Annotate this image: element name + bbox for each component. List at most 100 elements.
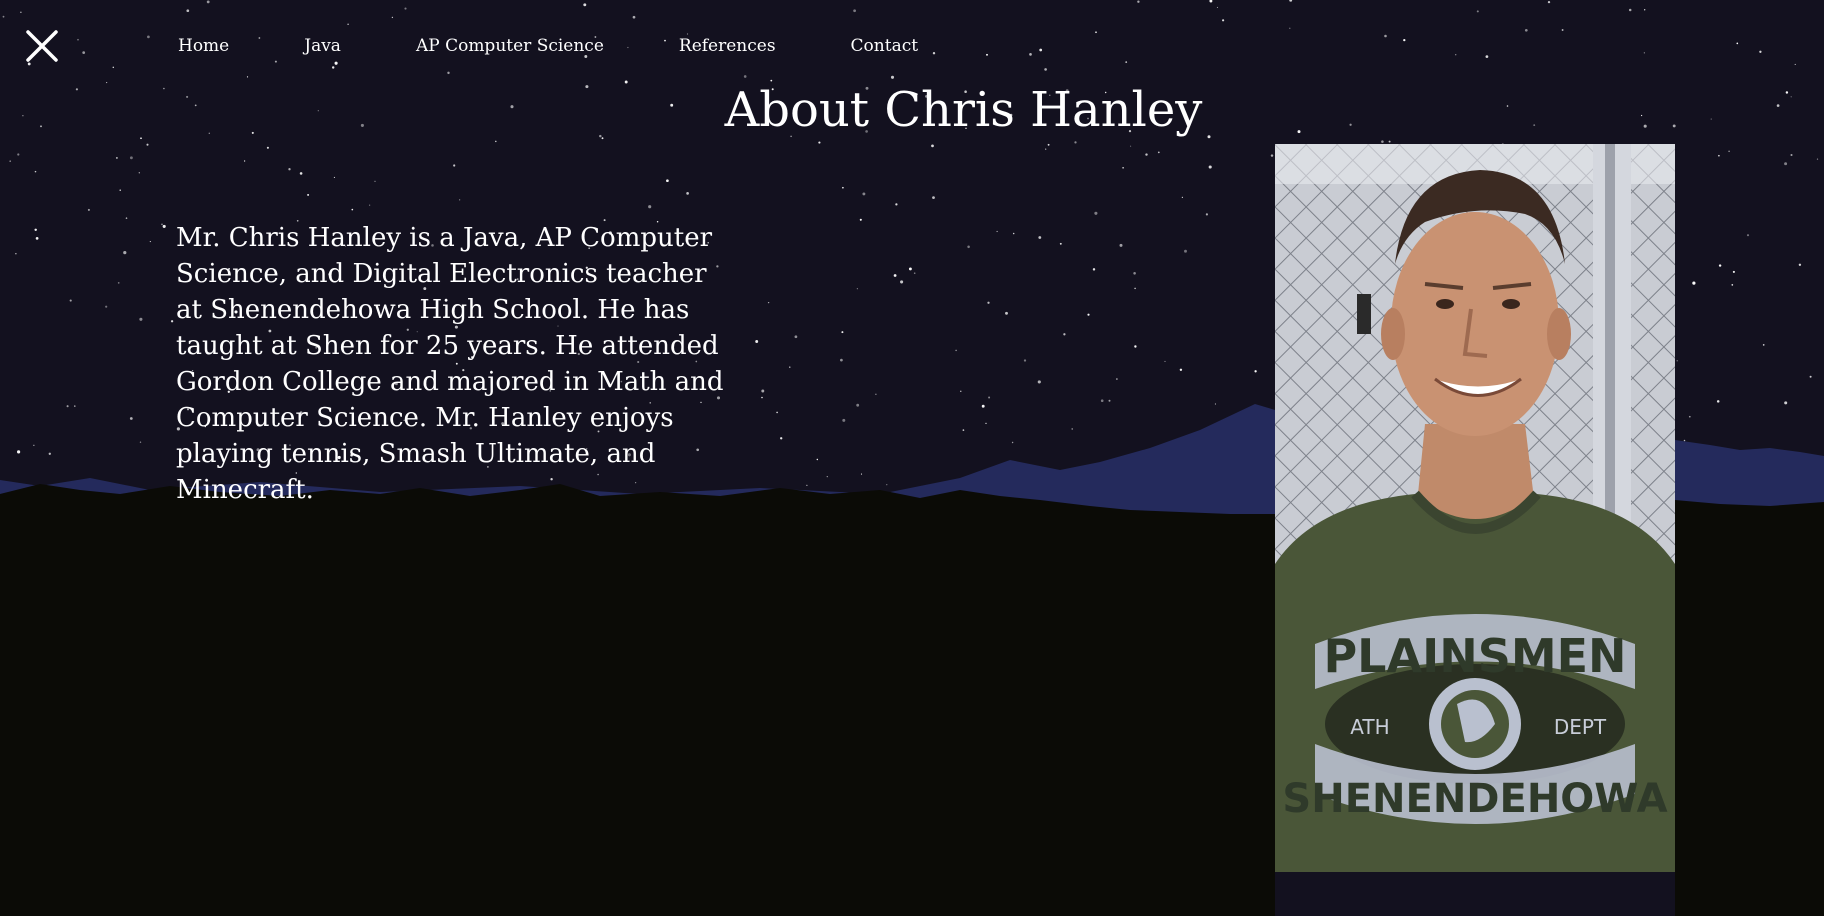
star [186, 95, 189, 98]
star [138, 172, 140, 174]
star [17, 153, 20, 156]
star [162, 224, 166, 228]
star [206, 0, 210, 4]
star [391, 16, 394, 19]
star [856, 288, 858, 290]
star [1692, 281, 1696, 285]
star [1181, 196, 1184, 199]
star [163, 87, 165, 90]
star [1071, 428, 1073, 430]
star [818, 141, 821, 144]
star [1005, 311, 1008, 315]
star [1289, 27, 1291, 29]
star [1533, 124, 1536, 127]
star [106, 82, 108, 84]
star [374, 180, 376, 182]
foreground-ground [0, 484, 1275, 916]
star [360, 123, 364, 127]
star [129, 156, 133, 160]
star [9, 160, 11, 162]
star [347, 23, 349, 25]
star [1011, 441, 1014, 444]
star [1023, 359, 1027, 362]
star [266, 146, 269, 149]
star [1728, 150, 1730, 153]
star [139, 441, 142, 443]
star [140, 137, 142, 140]
star [459, 199, 461, 201]
star [853, 9, 856, 13]
star [1785, 91, 1789, 94]
star [194, 104, 197, 107]
star [761, 396, 763, 399]
star [115, 156, 118, 159]
star [794, 335, 798, 339]
star [243, 160, 246, 162]
star [1644, 9, 1646, 11]
star [87, 208, 90, 211]
star [1092, 268, 1096, 271]
star [1133, 272, 1136, 275]
star [1561, 29, 1564, 31]
star [117, 282, 120, 284]
star [1095, 31, 1097, 34]
star [146, 143, 149, 146]
star [1628, 8, 1632, 12]
star [1038, 236, 1042, 239]
star [1784, 162, 1788, 166]
nav-ap-computer-science-link[interactable]: AP Computer Science [416, 36, 604, 56]
star [893, 274, 897, 277]
star [962, 429, 965, 431]
star [34, 170, 37, 173]
star [599, 134, 602, 138]
star [147, 35, 150, 39]
star [955, 349, 957, 352]
star [123, 251, 127, 255]
star [17, 450, 21, 454]
star [246, 76, 249, 78]
nav-home-link[interactable]: Home [178, 36, 229, 56]
star [601, 137, 604, 140]
star [648, 205, 652, 209]
star [624, 80, 628, 84]
star [1116, 378, 1118, 380]
star [251, 131, 254, 134]
star [842, 186, 844, 189]
star [66, 405, 69, 408]
nav-references-link[interactable]: References [679, 36, 776, 56]
star [149, 241, 151, 243]
star [583, 3, 587, 7]
main-nav: Home Java AP Computer Science References… [178, 34, 993, 58]
star [1746, 234, 1750, 237]
star [1672, 124, 1676, 128]
star [686, 192, 689, 195]
star [1759, 50, 1762, 53]
star [208, 132, 210, 134]
star [1134, 287, 1136, 290]
star [1214, 403, 1216, 405]
star [932, 196, 935, 199]
close-menu-button[interactable] [24, 28, 60, 64]
teacher-photo: PLAINSMEN ATH DEPT SHENENDEHOWA [1275, 144, 1675, 872]
star [842, 418, 846, 422]
star [840, 358, 843, 362]
star [670, 103, 674, 107]
star [895, 203, 898, 206]
star [1184, 249, 1187, 253]
star [1100, 399, 1104, 403]
star [40, 125, 42, 128]
star [1731, 284, 1734, 286]
star [1087, 313, 1090, 316]
star [981, 404, 985, 408]
star [35, 237, 39, 240]
star [20, 11, 22, 13]
star [767, 301, 770, 304]
star [33, 444, 35, 446]
star [1029, 53, 1032, 56]
star [1683, 439, 1686, 442]
nav-contact-link[interactable]: Contact [851, 36, 919, 56]
nav-java-link[interactable]: Java [304, 36, 341, 56]
star [1643, 52, 1645, 54]
star [985, 422, 987, 424]
star [860, 473, 863, 475]
